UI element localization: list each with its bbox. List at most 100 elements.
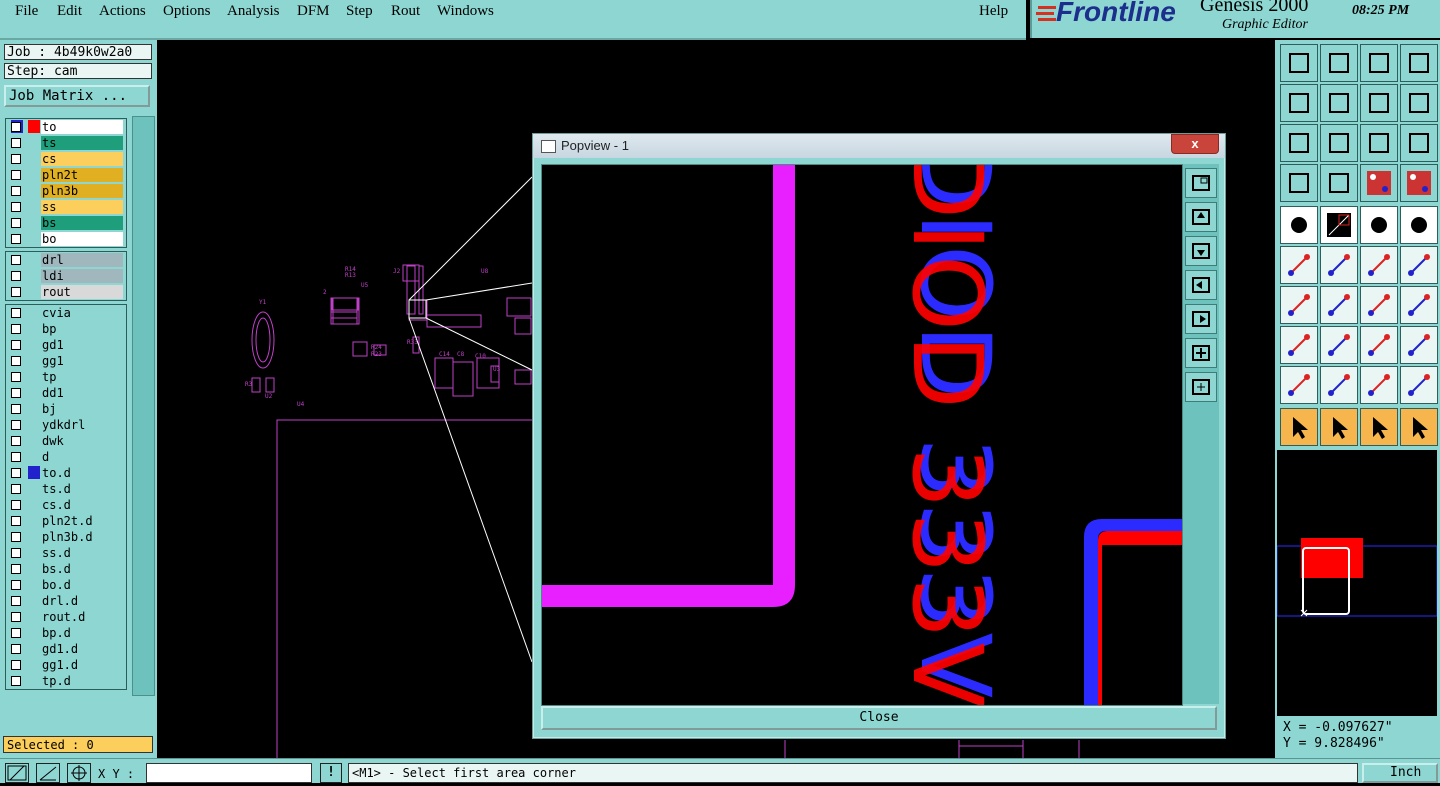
layer-row-pln3b-d[interactable]: pln3b.d xyxy=(6,529,126,545)
move-left-icon[interactable] xyxy=(1280,84,1318,122)
popview-viewport[interactable]: DIOD 333V DIOD 333V xyxy=(541,135,1183,712)
layer-checkbox[interactable] xyxy=(11,255,21,265)
measure-icon[interactable] xyxy=(36,763,60,783)
popview-titlebar[interactable]: Popview - 1 x xyxy=(533,134,1225,158)
layer-row-bp-d[interactable]: bp.d xyxy=(6,625,126,641)
add-pad-icon[interactable] xyxy=(1280,206,1318,244)
angle-icon[interactable] xyxy=(1280,286,1318,324)
layer-row-pln3b[interactable]: pln3b xyxy=(6,183,126,199)
layer-row-bp[interactable]: bp xyxy=(6,321,126,337)
layer-checkbox[interactable] xyxy=(11,644,21,654)
grid-snap-icon[interactable] xyxy=(67,763,91,783)
menu-edit[interactable]: Edit xyxy=(57,3,82,20)
group-icon[interactable] xyxy=(1400,326,1438,364)
layer-checkbox[interactable] xyxy=(11,420,21,430)
layer-row-gg1-d[interactable]: gg1.d xyxy=(6,657,126,673)
layer-checkbox[interactable] xyxy=(11,356,21,366)
window-split-icon[interactable] xyxy=(1400,44,1438,82)
help-icon[interactable] xyxy=(1400,124,1438,162)
menu-actions[interactable]: Actions xyxy=(99,3,146,20)
scale-1-2-icon[interactable] xyxy=(1360,124,1398,162)
ruler-icon[interactable] xyxy=(1360,206,1398,244)
minus-icon[interactable] xyxy=(1320,326,1358,364)
layer-row-ss[interactable]: ss xyxy=(6,199,126,215)
undo-redo-icon[interactable] xyxy=(1360,84,1398,122)
overview-map[interactable] xyxy=(1276,450,1438,716)
pv-zoom-in-icon[interactable] xyxy=(1185,338,1217,368)
node-icon[interactable] xyxy=(1280,326,1318,364)
home-down-icon[interactable] xyxy=(1320,44,1358,82)
cross-icon[interactable] xyxy=(1320,246,1358,284)
layer-row-bo[interactable]: bo xyxy=(6,231,126,247)
layer-checkbox[interactable] xyxy=(11,234,21,244)
menu-windows[interactable]: Windows xyxy=(437,3,494,20)
slash-icon[interactable] xyxy=(1320,286,1358,324)
pv-zoom-box-icon[interactable] xyxy=(1185,168,1217,198)
menu-help[interactable]: Help xyxy=(979,3,1008,20)
layer-row-ydkdrl[interactable]: ydkdrl xyxy=(6,417,126,433)
unit-selector[interactable]: Inch xyxy=(1362,763,1438,783)
line-red-icon[interactable] xyxy=(1360,246,1398,284)
popview-close-button[interactable]: Close xyxy=(541,706,1217,730)
layer-row-ts-d[interactable]: ts.d xyxy=(6,481,126,497)
layer-row-bs-d[interactable]: bs.d xyxy=(6,561,126,577)
layer-checkbox[interactable] xyxy=(11,580,21,590)
grid-icon[interactable] xyxy=(1320,164,1358,202)
layer-row-to-d[interactable]: to.d xyxy=(6,465,126,481)
layers-red-icon[interactable] xyxy=(1360,164,1398,202)
menu-file[interactable]: File xyxy=(15,3,38,20)
mirror-f-icon[interactable] xyxy=(1400,286,1438,324)
layer-row-ss-d[interactable]: ss.d xyxy=(6,545,126,561)
layer-checkbox[interactable] xyxy=(11,532,21,542)
layer-checkbox[interactable] xyxy=(11,340,21,350)
layer-row-bs[interactable]: bs xyxy=(6,215,126,231)
layer-checkbox[interactable] xyxy=(11,500,21,510)
exclaim-button[interactable]: ! xyxy=(320,763,342,783)
pv-pan-left-icon[interactable] xyxy=(1185,270,1217,300)
route-icon[interactable] xyxy=(1400,408,1438,446)
layer-row-pln2t-d[interactable]: pln2t.d xyxy=(6,513,126,529)
pv-zoom-out-icon[interactable] xyxy=(1185,372,1217,402)
pointer-box-icon[interactable] xyxy=(1320,408,1358,446)
house-icon[interactable] xyxy=(1360,44,1398,82)
menu-step[interactable]: Step xyxy=(346,3,373,20)
layer-row-cvia[interactable]: cvia xyxy=(6,305,126,321)
layer-checkbox[interactable] xyxy=(11,202,21,212)
layer-checkbox[interactable] xyxy=(11,388,21,398)
home-up-icon[interactable] xyxy=(1280,44,1318,82)
menu-analysis[interactable]: Analysis xyxy=(227,3,280,20)
layer-checkbox[interactable] xyxy=(11,484,21,494)
layer-checkbox[interactable] xyxy=(11,660,21,670)
layer-row-cs[interactable]: cs xyxy=(6,151,126,167)
layer-checkbox[interactable] xyxy=(11,122,21,132)
layer-checkbox[interactable] xyxy=(11,154,21,164)
layer-row-pln2t[interactable]: pln2t xyxy=(6,167,126,183)
layer-row-tp[interactable]: tp xyxy=(6,369,126,385)
pointer-icon[interactable] xyxy=(1280,408,1318,446)
layer-row-gg1[interactable]: gg1 xyxy=(6,353,126,369)
layer-checkbox[interactable] xyxy=(11,548,21,558)
layer-checkbox[interactable] xyxy=(11,436,21,446)
pan-icon[interactable] xyxy=(1320,124,1358,162)
layer-checkbox[interactable] xyxy=(11,404,21,414)
layer-checkbox[interactable] xyxy=(11,468,21,478)
octagon-icon[interactable] xyxy=(1400,206,1438,244)
layer-row-d[interactable]: d xyxy=(6,449,126,465)
layer-checkbox[interactable] xyxy=(11,170,21,180)
layer-checkbox[interactable] xyxy=(11,372,21,382)
layer-list-scrollbar[interactable] xyxy=(132,116,155,696)
layers-blue-icon[interactable] xyxy=(1400,164,1438,202)
pv-pan-right-icon[interactable] xyxy=(1185,304,1217,334)
layer-checkbox[interactable] xyxy=(11,271,21,281)
layer-checkbox[interactable] xyxy=(11,218,21,228)
layer-checkbox[interactable] xyxy=(11,287,21,297)
select-box-icon[interactable] xyxy=(1320,206,1358,244)
layer-checkbox[interactable] xyxy=(11,516,21,526)
move-right-icon[interactable] xyxy=(1320,84,1358,122)
layer-checkbox[interactable] xyxy=(11,628,21,638)
layer-row-gd1[interactable]: gd1 xyxy=(6,337,126,353)
tools-icon[interactable] xyxy=(1280,164,1318,202)
menu-dfm[interactable]: DFM xyxy=(297,3,330,20)
measure-icon[interactable] xyxy=(1360,326,1398,364)
layer-row-ts[interactable]: ts xyxy=(6,135,126,151)
